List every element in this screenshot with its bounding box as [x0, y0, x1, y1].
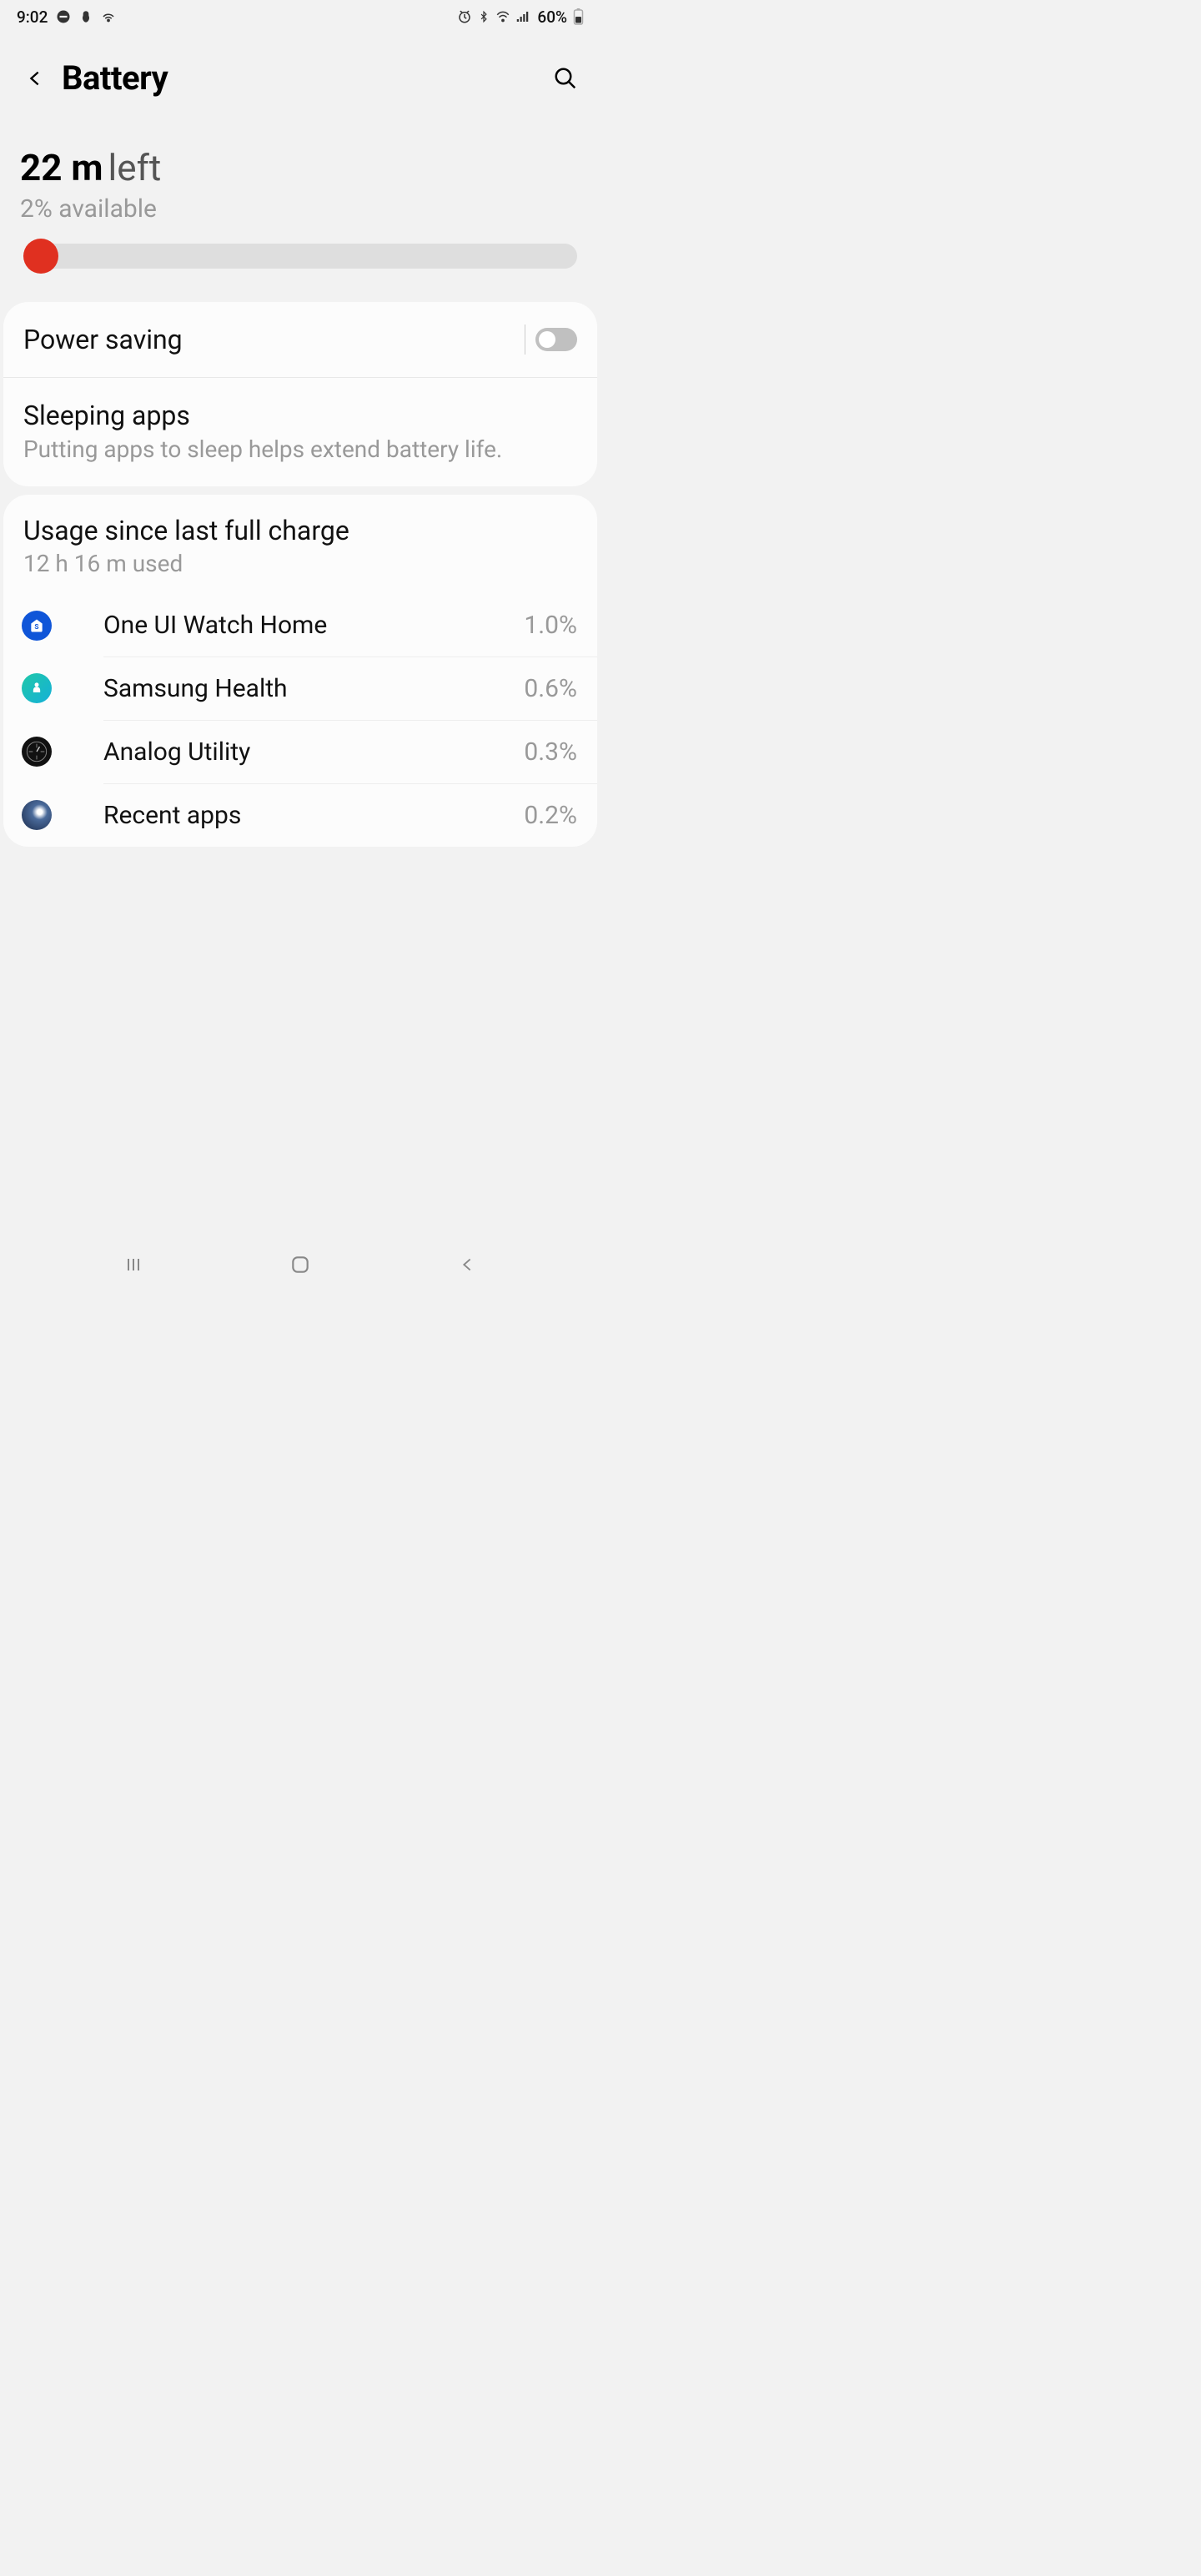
nav-back-button[interactable] — [452, 1250, 482, 1280]
svg-text:S: S — [34, 623, 38, 631]
sleeping-apps-row[interactable]: Sleeping apps Putting apps to sleep help… — [3, 378, 597, 486]
nav-recents-button[interactable] — [118, 1250, 148, 1280]
analog-icon — [22, 737, 52, 767]
nav-home-button[interactable] — [285, 1250, 315, 1280]
battery-bar — [23, 244, 577, 269]
battery-hero: 22 m left 2% available — [0, 104, 600, 294]
app-row-oneui[interactable]: S One UI Watch Home 1.0% — [3, 594, 597, 657]
status-battery-pct: 60% — [537, 8, 567, 27]
recent-icon — [22, 800, 52, 830]
alarm-icon — [457, 9, 472, 24]
usage-subtitle: 12 h 16 m used — [23, 550, 577, 577]
time-remaining-suffix: left — [108, 146, 162, 189]
oneui-icon: S — [22, 611, 52, 641]
usage-title: Usage since last full charge — [23, 515, 577, 546]
time-remaining-value: 22 m — [20, 146, 103, 189]
status-bar: 9:02 60% — [0, 0, 600, 33]
sleeping-apps-subtitle: Putting apps to sleep helps extend batte… — [23, 435, 502, 465]
page-header: Battery — [0, 33, 600, 104]
app-usage-list: S One UI Watch Home 1.0% Samsung Health … — [3, 586, 597, 847]
bluetooth-icon — [478, 9, 490, 24]
app-name: Samsung Health — [103, 674, 288, 703]
percent-available: 2% available — [20, 194, 580, 224]
app-row-health[interactable]: Samsung Health 0.6% — [3, 657, 597, 720]
signal-icon — [516, 10, 531, 23]
usage-header[interactable]: Usage since last full charge 12 h 16 m u… — [3, 495, 597, 586]
app-row-recent[interactable]: Recent apps 0.2% — [3, 783, 597, 847]
power-saving-toggle[interactable] — [535, 328, 577, 351]
app-name: Recent apps — [103, 801, 241, 830]
health-icon — [22, 673, 52, 703]
app-name: Analog Utility — [103, 737, 250, 767]
battery-icon — [573, 8, 584, 25]
power-saving-row[interactable]: Power saving — [3, 302, 597, 378]
time-remaining: 22 m left — [20, 146, 580, 189]
usage-card: Usage since last full charge 12 h 16 m u… — [3, 495, 597, 847]
app-pct: 0.3% — [524, 737, 577, 767]
sleeping-apps-title: Sleeping apps — [23, 400, 502, 431]
app-name: One UI Watch Home — [103, 611, 327, 640]
app-pct: 1.0% — [524, 611, 577, 640]
wifi-indoor-icon — [101, 9, 116, 24]
activity-icon — [79, 9, 93, 24]
navigation-bar — [0, 1241, 600, 1288]
battery-bar-track — [30, 244, 577, 269]
power-saving-label: Power saving — [23, 324, 183, 355]
search-button[interactable] — [550, 63, 580, 93]
app-row-analog[interactable]: Analog Utility 0.3% — [3, 720, 597, 783]
dnd-icon — [56, 9, 71, 24]
back-button[interactable] — [20, 63, 50, 93]
settings-card: Power saving Sleeping apps Putting apps … — [3, 302, 597, 486]
app-pct: 0.2% — [524, 801, 577, 830]
status-time: 9:02 — [17, 8, 48, 27]
page-title: Battery — [62, 58, 168, 98]
wifi-icon — [495, 9, 510, 24]
app-pct: 0.6% — [524, 674, 577, 703]
battery-bar-knob — [23, 239, 58, 274]
